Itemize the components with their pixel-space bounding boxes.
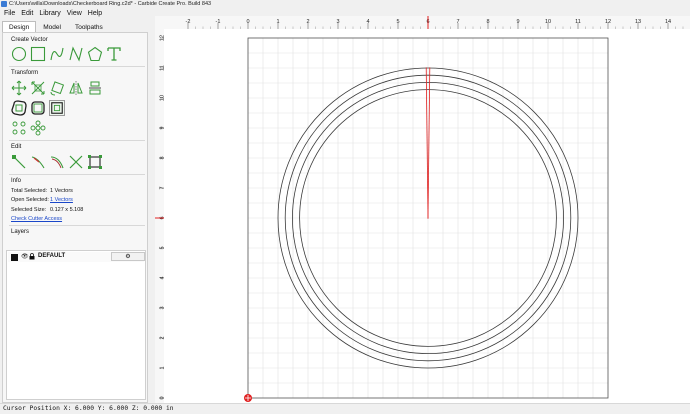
ruler-x-label: 1 <box>276 19 279 25</box>
status-bar: Cursor Position X: 6.000 Y: 6.000 Z: 0.0… <box>0 403 690 414</box>
ruler-x-label: 7 <box>456 19 459 25</box>
polyline-tool-icon[interactable] <box>68 46 84 62</box>
ruler-y-label: 1 <box>160 366 166 369</box>
trim-icon[interactable] <box>30 154 46 170</box>
ruler-y-label: 12 <box>160 35 166 41</box>
title-bar: C:\Users\willa\Downloads\Checkerboard Ri… <box>0 0 690 9</box>
sidebar: Design Model Toolpaths Create Vector Tra… <box>0 21 150 412</box>
open-selected-link[interactable]: 1 Vectors <box>50 197 73 203</box>
layers-heading: Layers <box>11 229 30 235</box>
sidebar-tabs: Design Model Toolpaths <box>2 21 110 32</box>
cursor-position: Cursor Position X: 6.000 Y: 6.000 Z: 0.0… <box>3 405 174 412</box>
tab-design[interactable]: Design <box>2 21 37 32</box>
menu-file[interactable]: File <box>0 9 18 19</box>
open-selected-label: Open Selected: <box>11 197 49 203</box>
ruler-y-label: 7 <box>160 186 166 189</box>
join-icon[interactable] <box>49 154 65 170</box>
move-icon[interactable] <box>11 80 27 96</box>
canvas-background <box>155 16 690 403</box>
menu-edit[interactable]: Edit <box>18 9 36 19</box>
boolean-icon[interactable] <box>49 100 65 116</box>
polygon-tool-icon[interactable] <box>87 46 103 62</box>
ruler-y-label: 2 <box>160 336 166 339</box>
ruler-x-label: 9 <box>516 19 519 25</box>
transform-heading: Transform <box>11 70 39 76</box>
ruler-x-label: 13 <box>635 19 641 25</box>
menu-help[interactable]: Help <box>85 9 105 19</box>
ruler-x-label: 12 <box>605 19 611 25</box>
ruler-y-label: 9 <box>160 126 166 129</box>
ruler-x-label: 3 <box>336 19 339 25</box>
divider <box>9 174 145 175</box>
canvas-svg[interactable]: -2-101234567891011121314 121110987654321… <box>155 16 690 403</box>
curve-tool-icon[interactable] <box>49 46 65 62</box>
ruler-y-label: 5 <box>160 246 166 249</box>
ruler-x-label: 2 <box>306 19 309 25</box>
rotate-icon[interactable] <box>49 80 65 96</box>
circle-tool-icon[interactable] <box>11 46 27 62</box>
tab-model[interactable]: Model <box>36 21 68 32</box>
total-selected-label: Total Selected: <box>11 188 48 194</box>
ruler-y-label: 10 <box>160 95 166 101</box>
layer-row[interactable]: 👁 DEFAULT ⚙ <box>8 252 145 262</box>
selected-size-label: Selected Size: <box>11 207 47 213</box>
offset-icon[interactable] <box>11 100 27 116</box>
ruler-x-label: 0 <box>246 19 249 25</box>
ruler-x-label: 8 <box>486 19 489 25</box>
grid-array-icon[interactable] <box>30 120 46 136</box>
create-vector-heading: Create Vector <box>11 37 48 43</box>
mirror-icon[interactable] <box>68 80 84 96</box>
total-selected-value: 1 Vectors <box>50 188 73 194</box>
ruler-y-label: 0 <box>160 396 166 399</box>
ruler-y-label: 11 <box>160 65 166 71</box>
ruler-y-label: 8 <box>160 156 166 159</box>
layer-color-swatch[interactable] <box>11 254 18 261</box>
check-cutter-access-link[interactable]: Check Cutter Access <box>11 216 62 222</box>
fillet-icon[interactable] <box>30 100 46 116</box>
ruler-x-label: 10 <box>545 19 551 25</box>
tab-toolpaths[interactable]: Toolpaths <box>68 21 110 32</box>
menu-view[interactable]: View <box>64 9 85 19</box>
layers-list: 👁 DEFAULT ⚙ <box>6 250 146 400</box>
window-title: C:\Users\willa\Downloads\Checkerboard Ri… <box>9 1 212 7</box>
app-icon <box>1 1 7 7</box>
divider <box>9 66 145 67</box>
ruler-y-label: 4 <box>160 276 166 279</box>
ruler-x-label: -1 <box>216 19 221 25</box>
vertical-ruler <box>155 16 164 403</box>
cut-icon[interactable] <box>68 154 84 170</box>
node-edit-icon[interactable] <box>11 154 27 170</box>
layer-name: DEFAULT <box>38 253 66 259</box>
origin-marker <box>244 394 252 402</box>
divider <box>9 140 145 141</box>
divider <box>9 225 145 226</box>
ruler-x-label: 14 <box>665 19 671 25</box>
edit-heading: Edit <box>11 144 22 150</box>
text-tool-icon[interactable] <box>106 46 122 62</box>
ruler-x-label: 11 <box>575 19 581 25</box>
circular-array-icon[interactable] <box>11 120 27 136</box>
ruler-x-label: -2 <box>186 19 191 25</box>
layer-settings-button[interactable]: ⚙ <box>111 252 145 261</box>
gear-icon: ⚙ <box>125 254 131 260</box>
ruler-y-label: 3 <box>160 306 166 309</box>
design-canvas[interactable]: -2-101234567891011121314 121110987654321… <box>155 16 690 403</box>
align-icon[interactable] <box>87 80 103 96</box>
menu-library[interactable]: Library <box>36 9 63 19</box>
lock-icon[interactable] <box>29 253 35 262</box>
ruler-x-label: 4 <box>366 19 369 25</box>
rectangle-tool-icon[interactable] <box>30 46 46 62</box>
ruler-x-label: 5 <box>396 19 399 25</box>
eye-icon[interactable]: 👁 <box>21 253 29 260</box>
info-heading: Info <box>11 178 22 184</box>
selected-size-value: 0.127 x 5.108 <box>50 207 84 213</box>
bounding-box-icon[interactable] <box>87 154 103 170</box>
scale-icon[interactable] <box>30 80 46 96</box>
